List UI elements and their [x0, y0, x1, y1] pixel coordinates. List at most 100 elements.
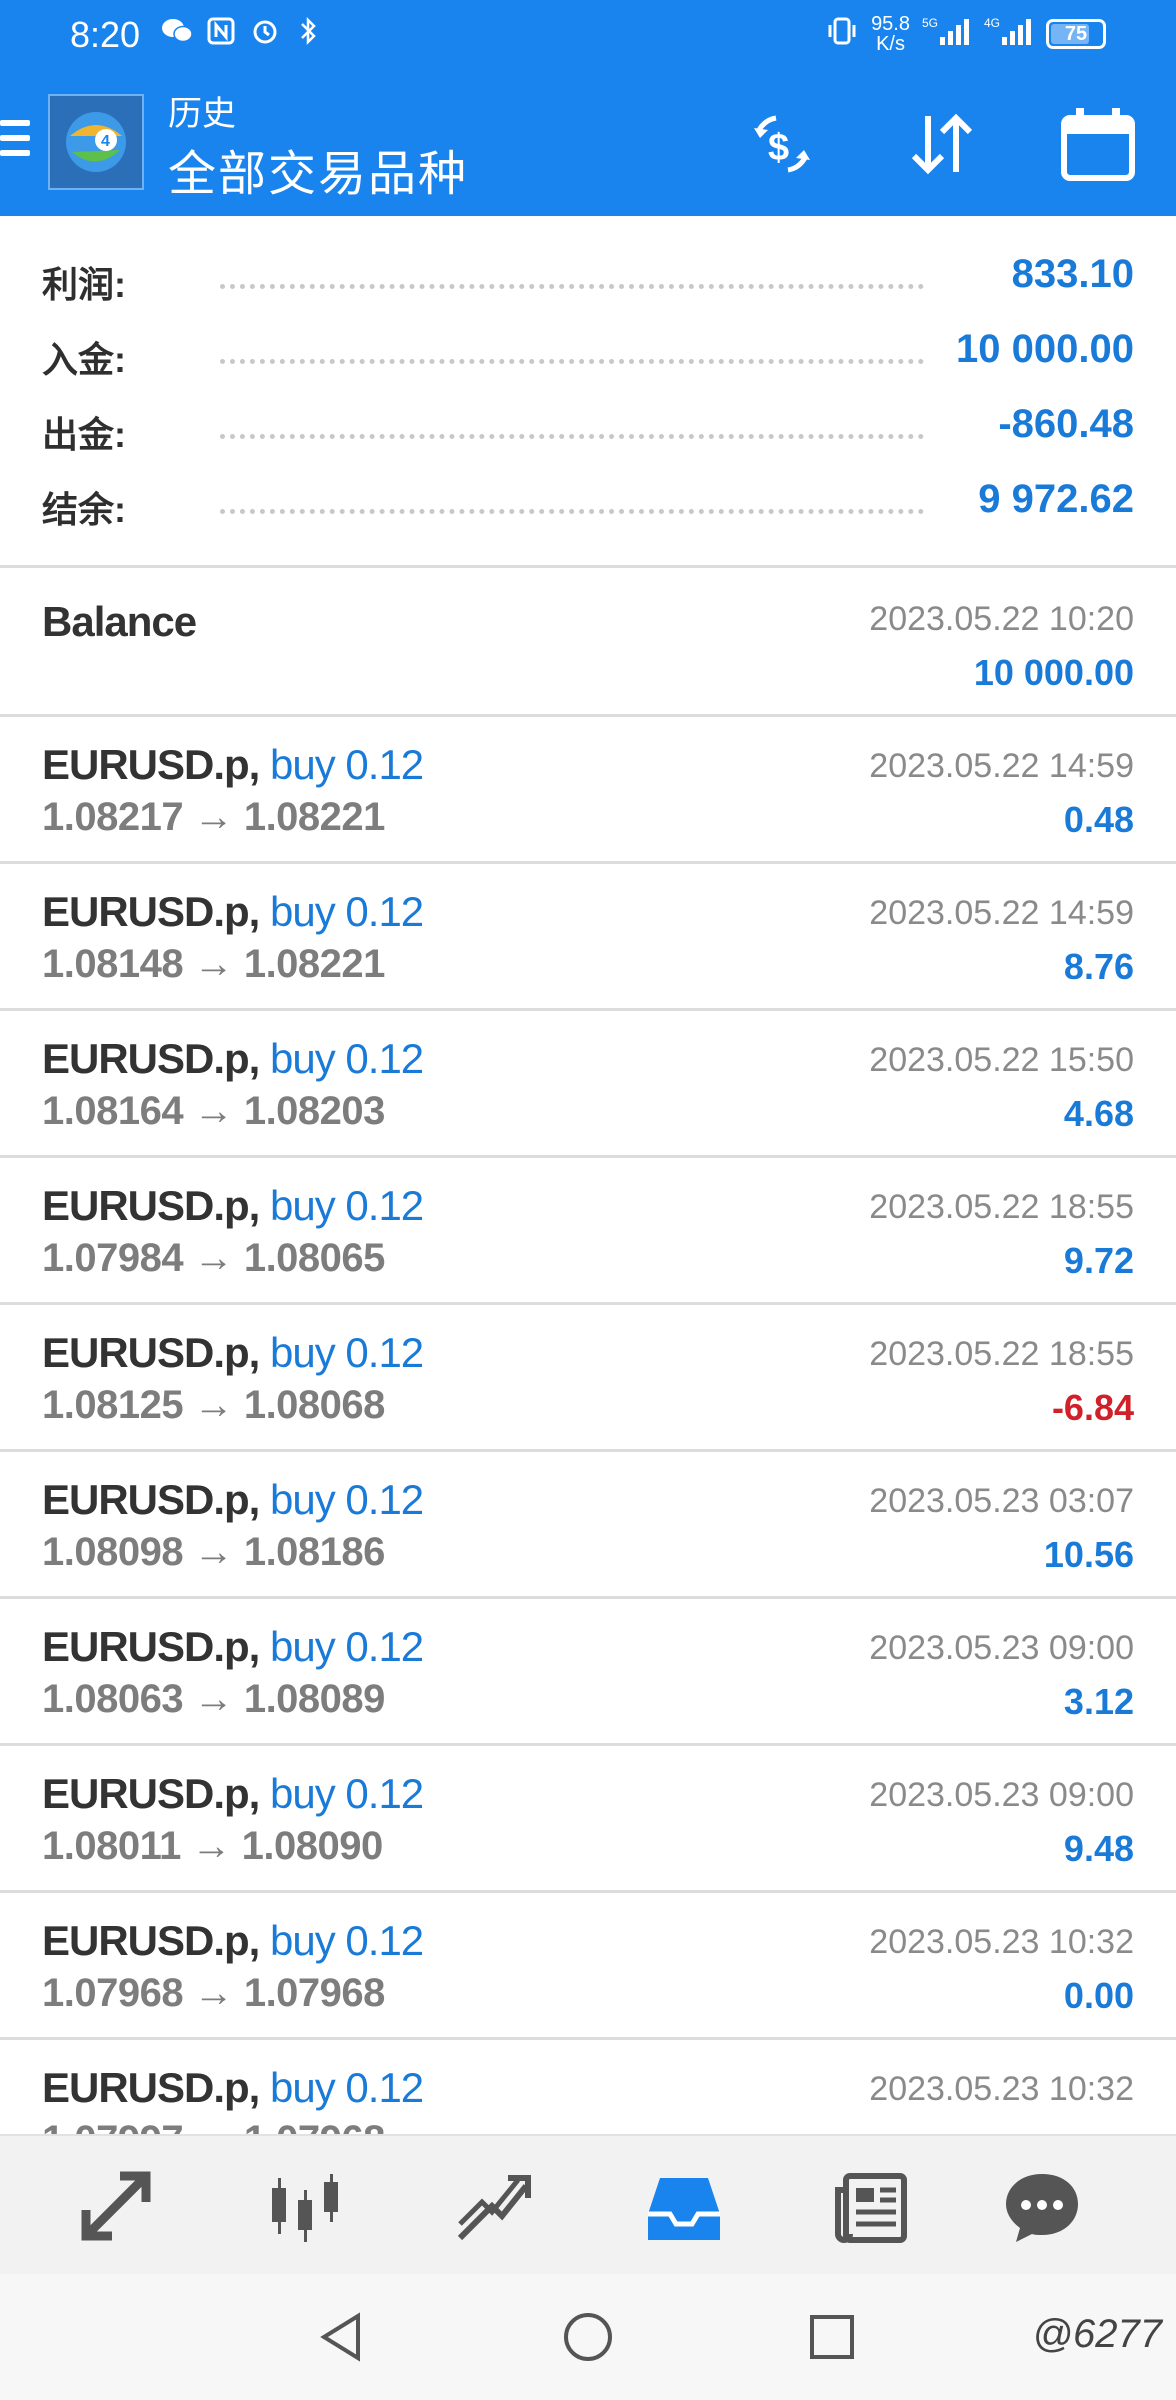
chat-icon[interactable]	[1000, 2166, 1084, 2250]
summary-value: 9 972.62	[978, 477, 1134, 521]
history-list[interactable]: Balance 2023.05.22 10:20 10 000.00 EURUS…	[0, 568, 1176, 2134]
deal-time: 2023.05.22 14:59	[869, 894, 1134, 932]
deal-row[interactable]: EURUSD.p, buy 0.12 1.07997 → 1.07968 202…	[0, 2040, 1176, 2134]
deal-side: buy 0.12	[270, 1623, 424, 1670]
sort-icon[interactable]	[900, 102, 984, 186]
wechat-icon	[160, 16, 194, 54]
deal-amount: 10 000.00	[973, 652, 1134, 693]
deal-symbol: EURUSD.p,	[42, 1476, 260, 1523]
deal-symbol: EURUSD.p,	[42, 1623, 260, 1670]
trade-icon[interactable]	[452, 2166, 536, 2250]
balance-row[interactable]: Balance 2023.05.22 10:20 10 000.00	[0, 568, 1176, 717]
deal-symbol: EURUSD.p,	[42, 2064, 260, 2111]
summary-label: 结余:	[42, 489, 126, 530]
deal-time: 2023.05.23 10:32	[869, 2070, 1134, 2108]
deal-time: 2023.05.22 18:55	[869, 1188, 1134, 1226]
deal-row[interactable]: EURUSD.p, buy 0.12 1.07968 → 1.07968 202…	[0, 1893, 1176, 2040]
deal-time: 2023.05.23 03:07	[869, 1482, 1134, 1520]
toolbar: 4 历史 全部交易品种 $	[0, 72, 1176, 216]
summary-label: 入金:	[42, 339, 126, 380]
deal-prices: 1.08098 → 1.08186	[42, 1530, 385, 1574]
dotted-leader	[220, 359, 924, 364]
toolbar-subtitle: 历史	[168, 95, 236, 133]
deal-row[interactable]: EURUSD.p, buy 0.12 1.08164 → 1.08203 202…	[0, 1011, 1176, 1158]
recents-icon[interactable]	[797, 2302, 867, 2372]
deal-row[interactable]: EURUSD.p, buy 0.12 1.08148 → 1.08221 202…	[0, 864, 1176, 1011]
deal-row[interactable]: EURUSD.p, buy 0.12 1.07984 → 1.08065 202…	[0, 1158, 1176, 1305]
deal-symbol: EURUSD.p,	[42, 1917, 260, 1964]
deal-side: buy 0.12	[270, 1917, 424, 1964]
dotted-leader	[220, 509, 924, 514]
signal-4g-icon: 4G	[984, 15, 1034, 53]
deal-prices: 1.08125 → 1.08068	[42, 1383, 385, 1427]
network-speed: 95.8 K/s	[871, 13, 910, 55]
deal-profit: 9.48	[1063, 1828, 1134, 1869]
deal-prices: 1.08148 → 1.08221	[42, 942, 385, 986]
calendar-icon[interactable]	[1056, 102, 1140, 186]
deal-side: buy 0.12	[270, 1182, 424, 1229]
quotes-icon[interactable]	[76, 2166, 160, 2250]
svg-text:4G: 4G	[984, 16, 1000, 30]
summary-value: 10 000.00	[956, 327, 1134, 371]
status-time: 8:20	[70, 14, 141, 55]
deal-time: 2023.05.22 14:59	[869, 747, 1134, 785]
summary-row-withdrawal: 出金: -860.48	[42, 400, 1134, 456]
deal-symbol: EURUSD.p,	[42, 1182, 260, 1229]
summary-label: 利润:	[42, 264, 126, 305]
deal-side: buy 0.12	[270, 1770, 424, 1817]
deal-prices: 1.08063 → 1.08089	[42, 1677, 385, 1721]
deal-profit: 8.76	[1063, 946, 1134, 987]
deal-profit: 3.12	[1063, 1681, 1134, 1722]
dotted-leader	[220, 434, 924, 439]
menu-icon[interactable]	[0, 120, 30, 164]
deal-time: 2023.05.22 10:20	[869, 600, 1134, 638]
deal-profit: -6.84	[1051, 1387, 1134, 1428]
deal-row[interactable]: EURUSD.p, buy 0.12 1.08098 → 1.08186 202…	[0, 1452, 1176, 1599]
deal-prices: 1.07968 → 1.07968	[42, 1971, 385, 2015]
balance-label: Balance	[42, 598, 197, 645]
deal-profit: 10.56	[1043, 1534, 1134, 1575]
summary-row-profit: 利润: 833.10	[42, 250, 1134, 306]
battery-icon: 75	[1046, 19, 1106, 49]
deal-prices: 1.08217 → 1.08221	[42, 795, 385, 839]
deal-row[interactable]: EURUSD.p, buy 0.12 1.08011 → 1.08090 202…	[0, 1746, 1176, 1893]
deal-profit: 0.48	[1063, 799, 1134, 840]
summary-value: 833.10	[1011, 252, 1134, 296]
app-header: 8:20 95.8 K/s 5G 4G 75 4 历史 全部交易品种 $	[0, 0, 1176, 216]
deal-symbol: EURUSD.p,	[42, 741, 260, 788]
deal-prices: 1.07984 → 1.08065	[42, 1236, 385, 1280]
deal-row[interactable]: EURUSD.p, buy 0.12 1.08063 → 1.08089 202…	[0, 1599, 1176, 1746]
exchange-dollar-icon[interactable]: $	[740, 102, 824, 186]
chart-icon[interactable]	[262, 2166, 346, 2250]
home-icon[interactable]	[553, 2302, 623, 2372]
toolbar-title[interactable]: 全部交易品种	[168, 134, 468, 204]
deal-side: buy 0.12	[270, 1329, 424, 1376]
summary-row-balance: 结余: 9 972.62	[42, 475, 1134, 531]
back-icon[interactable]	[308, 2302, 378, 2372]
status-notification-icons	[160, 16, 326, 54]
system-navigation-bar: @6277	[0, 2274, 1176, 2400]
bluetooth-icon	[292, 16, 326, 54]
deal-side: buy 0.12	[270, 2064, 424, 2111]
summary-value: -860.48	[998, 402, 1134, 446]
dotted-leader	[220, 284, 924, 289]
deal-side: buy 0.12	[270, 888, 424, 935]
vibrate-icon	[825, 16, 859, 52]
signal-5g-icon: 5G	[922, 15, 972, 53]
news-icon[interactable]	[830, 2166, 914, 2250]
deal-row[interactable]: EURUSD.p, buy 0.12 1.08125 → 1.08068 202…	[0, 1305, 1176, 1452]
nfc-icon	[204, 16, 238, 54]
deal-side: buy 0.12	[270, 1035, 424, 1082]
deal-time: 2023.05.23 09:00	[869, 1629, 1134, 1667]
deal-prices: 1.08164 → 1.08203	[42, 1089, 385, 1133]
history-icon[interactable]	[642, 2166, 726, 2250]
deal-side: buy 0.12	[270, 741, 424, 788]
deal-symbol: EURUSD.p,	[42, 1770, 260, 1817]
deal-prices: 1.07997 → 1.07968	[42, 2118, 385, 2134]
summary-panel: 利润: 833.10 入金: 10 000.00 出金: -860.48 结余:…	[0, 216, 1176, 568]
deal-row[interactable]: EURUSD.p, buy 0.12 1.08217 → 1.08221 202…	[0, 717, 1176, 864]
status-right-icons: 95.8 K/s 5G 4G 75	[825, 14, 1106, 54]
bottom-navigation	[0, 2134, 1176, 2274]
alarm-icon	[248, 16, 282, 54]
status-bar: 8:20 95.8 K/s 5G 4G 75	[0, 0, 1176, 72]
